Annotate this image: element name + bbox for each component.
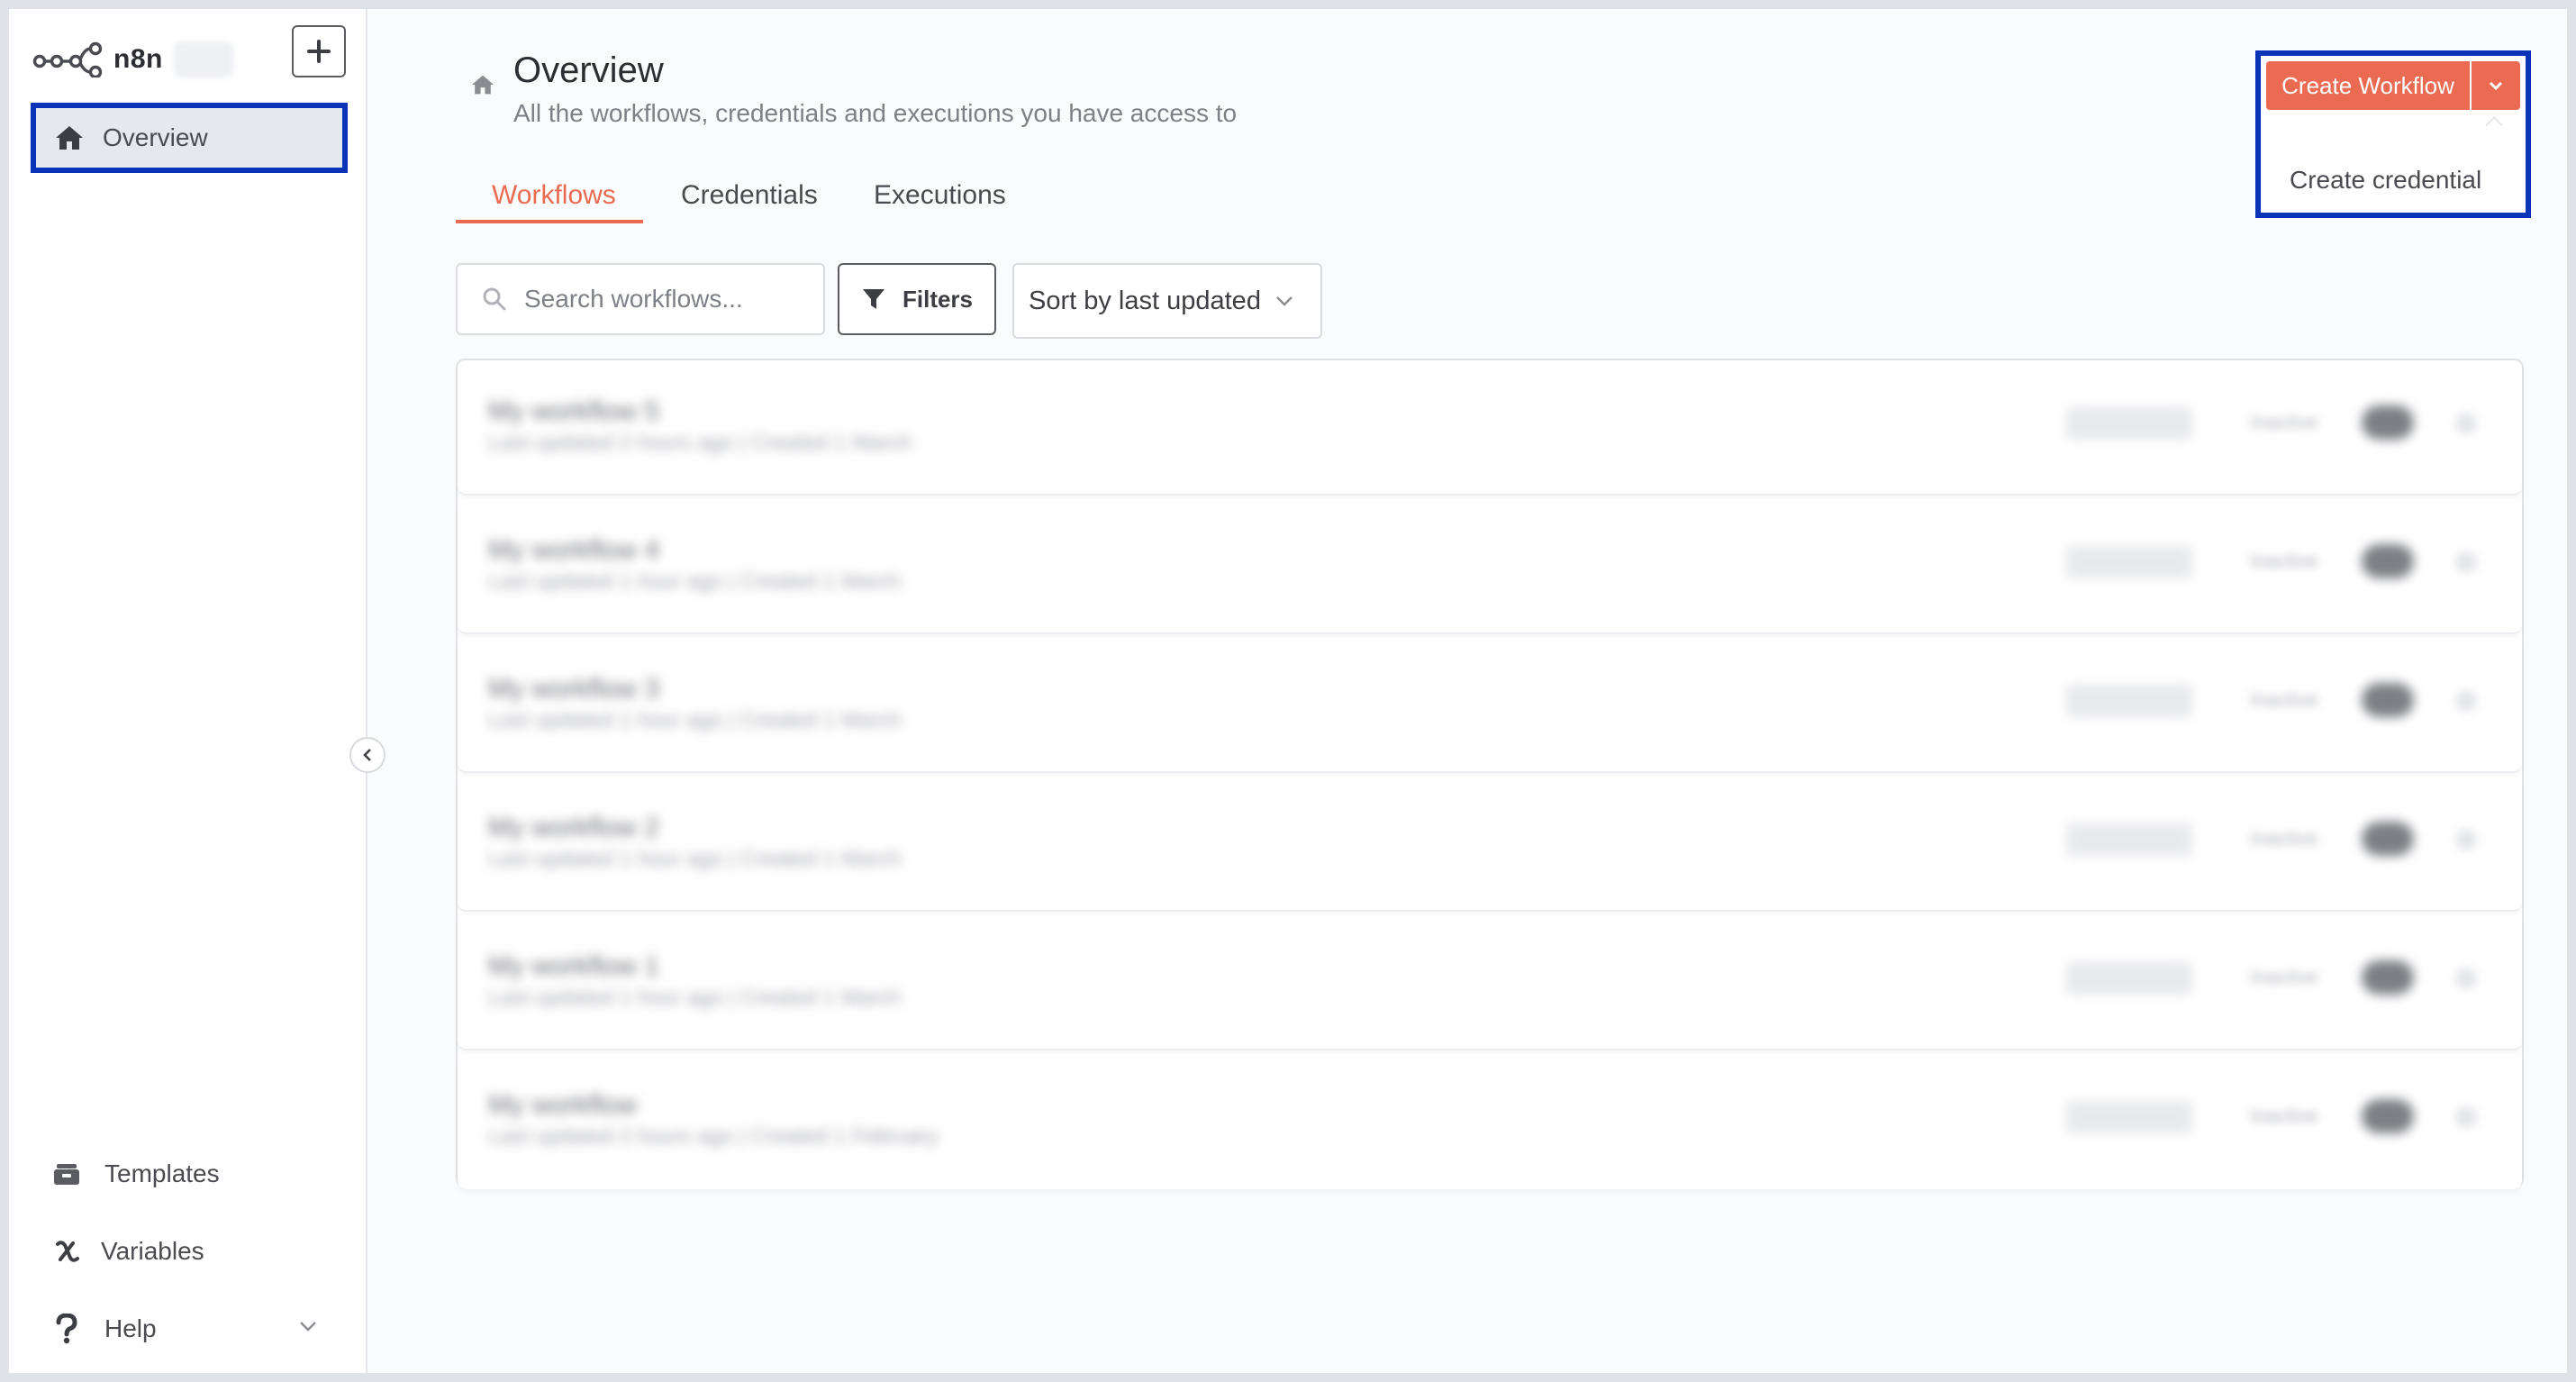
chevron-left-icon: [363, 749, 371, 761]
active-toggle[interactable]: [2362, 1099, 2414, 1133]
workflow-name: My workflow 1: [488, 951, 660, 981]
active-toggle[interactable]: [2362, 960, 2414, 995]
logo-text: n8n: [113, 44, 163, 74]
tab-executions[interactable]: Executions: [874, 180, 1006, 211]
tab-workflows[interactable]: Workflows: [492, 180, 616, 211]
workflow-meta: Last updated 1 hour ago | Created 1 Marc…: [488, 569, 902, 594]
filter-icon: [862, 289, 884, 309]
workflow-card[interactable]: My workflow 3 Last updated 1 hour ago | …: [458, 638, 2522, 773]
more-options-icon[interactable]: [2455, 1106, 2477, 1128]
workflow-status: Inactive: [2250, 411, 2318, 433]
owner-badge: [2066, 1101, 2192, 1133]
workflow-card[interactable]: My workflow 5 Last updated 2 hours ago |…: [458, 360, 2522, 496]
active-toggle[interactable]: [2362, 822, 2414, 856]
workflow-name: My workflow 2: [488, 813, 660, 842]
more-options-icon[interactable]: [2455, 413, 2477, 434]
workflow-card[interactable]: My workflow 4 Last updated 1 hour ago | …: [458, 499, 2522, 634]
n8n-logo-icon: [32, 41, 103, 77]
sidebar-item-label: Help: [104, 1314, 157, 1342]
create-options-toggle[interactable]: [2472, 61, 2520, 110]
sidebar-item-templates[interactable]: Templates: [50, 1151, 220, 1196]
sidebar-item-overview[interactable]: Overview: [31, 103, 348, 173]
create-workflow-dropdown: Create Workflow Create credential: [2255, 50, 2531, 218]
home-icon: [54, 124, 86, 151]
add-button[interactable]: [292, 25, 346, 77]
page-subtitle: All the workflows, credentials and execu…: [513, 99, 1238, 127]
workflow-card[interactable]: My workflow Last updated 2 hours ago | C…: [458, 1054, 2522, 1189]
question-icon: [50, 1313, 83, 1345]
owner-badge: [2066, 685, 2192, 717]
search-input[interactable]: [524, 285, 812, 314]
app-window: n8n Overview Templates Variables Help Ov…: [9, 9, 2567, 1373]
workflow-meta: Last updated 2 hours ago | Created 1 Mar…: [488, 431, 912, 455]
page-title: Overview: [513, 50, 664, 90]
chevron-down-icon: [1276, 296, 1293, 306]
workflow-card[interactable]: My workflow 2 Last updated 1 hour ago | …: [458, 777, 2522, 912]
dropdown-arrow: [2485, 116, 2503, 134]
workflow-meta: Last updated 1 hour ago | Created 1 Marc…: [488, 986, 902, 1010]
more-options-icon[interactable]: [2455, 829, 2477, 850]
active-toggle[interactable]: [2362, 544, 2414, 578]
chevron-down-icon: [2489, 81, 2503, 91]
more-options-icon[interactable]: [2455, 690, 2477, 712]
filters-button[interactable]: Filters: [838, 263, 996, 335]
more-options-icon[interactable]: [2455, 968, 2477, 989]
variables-icon: [50, 1235, 83, 1268]
chevron-down-icon[interactable]: [297, 1315, 319, 1337]
active-tab-indicator: [456, 220, 643, 223]
version-badge-blurred: [173, 41, 233, 77]
owner-badge: [2066, 546, 2192, 578]
workflow-card[interactable]: My workflow 1 Last updated 1 hour ago | …: [458, 915, 2522, 1050]
sidebar-item-variables[interactable]: Variables: [50, 1229, 204, 1274]
workflow-meta: Last updated 2 hours ago | Created 1 Feb…: [488, 1124, 939, 1149]
search-box[interactable]: [456, 263, 825, 335]
workflow-name: My workflow: [488, 1090, 638, 1120]
logo[interactable]: n8n: [32, 41, 233, 77]
plus-icon: [307, 40, 331, 63]
workflow-meta: Last updated 1 hour ago | Created 1 Marc…: [488, 847, 902, 871]
filters-label: Filters: [902, 285, 974, 313]
create-workflow-button[interactable]: Create Workflow: [2266, 61, 2470, 110]
workflow-status: Inactive: [2250, 827, 2318, 850]
workflow-list: My workflow 5 Last updated 2 hours ago |…: [456, 359, 2524, 1189]
owner-badge: [2066, 407, 2192, 440]
workflow-status: Inactive: [2250, 966, 2318, 988]
collapse-sidebar-button[interactable]: [349, 737, 385, 773]
sort-label: Sort by last updated: [1029, 286, 1261, 315]
tab-credentials[interactable]: Credentials: [681, 180, 818, 211]
sidebar-item-label: Variables: [101, 1237, 204, 1265]
workflow-status: Inactive: [2250, 1105, 2318, 1127]
sidebar: n8n Overview Templates Variables Help: [9, 9, 367, 1373]
workflow-name: My workflow 3: [488, 674, 660, 704]
templates-icon: [50, 1158, 83, 1190]
home-icon: [472, 75, 494, 95]
sort-select[interactable]: Sort by last updated: [1012, 263, 1322, 339]
search-icon: [483, 287, 506, 311]
workflow-meta: Last updated 1 hour ago | Created 1 Marc…: [488, 708, 902, 732]
active-toggle[interactable]: [2362, 683, 2414, 717]
workflow-name: My workflow 5: [488, 396, 660, 426]
workflow-status: Inactive: [2250, 550, 2318, 572]
sidebar-item-help[interactable]: Help: [50, 1306, 157, 1351]
more-options-icon[interactable]: [2455, 551, 2477, 573]
sidebar-item-label: Templates: [104, 1159, 220, 1187]
owner-badge: [2066, 962, 2192, 995]
sidebar-item-label: Overview: [103, 123, 208, 151]
workflow-status: Inactive: [2250, 688, 2318, 711]
active-toggle[interactable]: [2362, 405, 2414, 440]
create-credential-menu-item[interactable]: Create credential: [2290, 166, 2481, 195]
workflow-name: My workflow 4: [488, 535, 660, 565]
owner-badge: [2066, 823, 2192, 856]
